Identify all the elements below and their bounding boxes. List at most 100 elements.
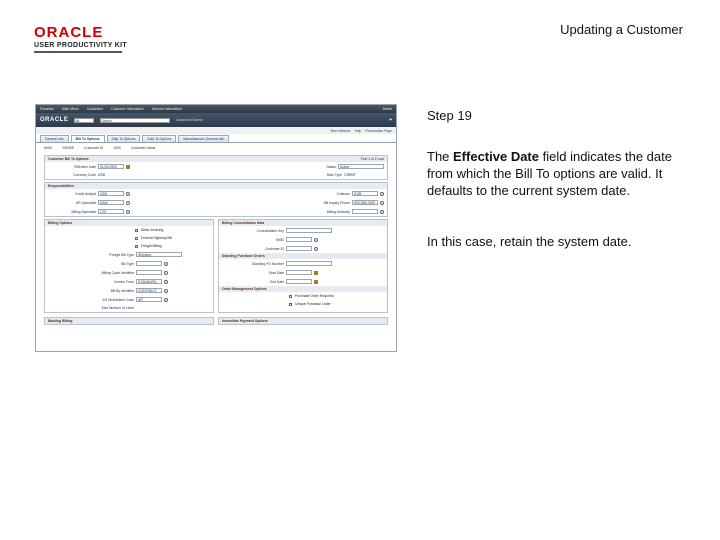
- consolidation-key-input[interactable]: [286, 228, 332, 233]
- calendar-icon[interactable]: [314, 279, 318, 284]
- lookup-icon[interactable]: [380, 191, 384, 196]
- billing-specialist-input[interactable]: CST: [98, 209, 124, 214]
- collector-label: Collector: [336, 191, 350, 196]
- tab-sold-to-options[interactable]: Sold To Options: [142, 135, 177, 142]
- lookup-icon[interactable]: [314, 237, 318, 242]
- page-tabs: General Info Bill To Options Ship To Opt…: [36, 134, 396, 143]
- billing-cycle-label: Billing Cycle Identifier: [101, 270, 134, 275]
- step-description: The Effective Date field indicates the d…: [427, 148, 697, 199]
- bill-type-input[interactable]: [136, 261, 162, 266]
- credit-analyst-input[interactable]: CBS: [98, 191, 124, 196]
- step-title: Step 19: [427, 108, 472, 123]
- lookup-icon[interactable]: [164, 297, 168, 302]
- app-logo: ORACLE: [40, 117, 69, 123]
- page-toolbar: New Window Help Personalize Page: [36, 127, 396, 134]
- two-column-area: Billing Options Allow Invoicing Federal …: [36, 219, 396, 313]
- notification-icon[interactable]: ⚑: [389, 118, 392, 122]
- ar-distribution-input[interactable]: AR: [136, 297, 162, 302]
- customer-summary: SetID SHARE Customer ID 1000 Customer Na…: [36, 143, 396, 153]
- tab-misc-general-info[interactable]: Miscellaneous General Info: [178, 135, 230, 142]
- tab-ship-to-options[interactable]: Ship To Options: [106, 135, 141, 142]
- lookup-icon[interactable]: [126, 200, 130, 205]
- billing-authority-input[interactable]: [352, 209, 378, 214]
- advanced-search-link[interactable]: Advanced Search: [176, 118, 203, 122]
- logo-rule: [34, 51, 122, 53]
- currency-code-value: USD: [98, 173, 106, 177]
- lookup-icon[interactable]: [380, 209, 384, 214]
- lookup-icon[interactable]: [164, 261, 168, 266]
- logo-subtitle: USER PRODUCTIVITY KIT: [34, 42, 127, 49]
- right-options-column: Billing Consolidation Data Consolidation…: [218, 219, 388, 313]
- lookup-icon[interactable]: [314, 246, 318, 251]
- tab-bill-to-options[interactable]: Bill To Options: [70, 135, 105, 142]
- search-input[interactable]: Search: [100, 117, 171, 123]
- po-number-input[interactable]: [286, 261, 332, 266]
- home-link[interactable]: Home: [383, 107, 392, 111]
- billing-authority-label: Billing Authority: [326, 209, 350, 214]
- billing-options-box: Billing Options Allow Invoicing Federal …: [44, 219, 214, 313]
- freight-billing-checkbox[interactable]: [135, 244, 138, 248]
- customer-id-value: 1000: [113, 146, 121, 150]
- effective-date-input[interactable]: 01/01/1900: [98, 164, 124, 169]
- consolidation-setid-input[interactable]: [286, 237, 312, 242]
- personalize-link[interactable]: Personalize Page: [365, 129, 392, 133]
- application-screenshot: Favorites Main Menu Customers Customer I…: [35, 104, 397, 352]
- logo-brand: ORACLE: [34, 24, 104, 41]
- po-end-date-input[interactable]: [286, 279, 312, 284]
- po-number-label: Standing PO Number: [251, 261, 284, 266]
- help-link[interactable]: Help: [354, 129, 361, 133]
- menu-general-information[interactable]: General Information: [152, 107, 182, 111]
- federal-highway-checkbox[interactable]: [135, 236, 138, 240]
- lookup-icon[interactable]: [164, 270, 168, 275]
- freight-bill-type-select[interactable]: Shipping: [136, 252, 182, 257]
- bill-by-input[interactable]: CONTRACT: [136, 288, 162, 293]
- bill-inquiry-label: Bill Inquiry Phone: [323, 200, 350, 205]
- menu-customers[interactable]: Customers: [87, 107, 103, 111]
- status-select[interactable]: Active: [338, 164, 384, 169]
- customer-id-label: Customer ID: [84, 146, 104, 150]
- desc-field-name: Effective Date: [453, 149, 539, 164]
- calendar-icon[interactable]: [314, 270, 318, 275]
- unique-po-label: Unique Purchase Order: [295, 302, 331, 306]
- immediate-payment-title: Immediate Payment Options: [219, 318, 387, 324]
- new-window-link[interactable]: New Window: [331, 129, 351, 133]
- lookup-icon[interactable]: [164, 279, 168, 284]
- max-lines-label: Max Number of Lines: [101, 306, 134, 310]
- invoice-form-input[interactable]: STANDARD: [136, 279, 162, 284]
- calendar-icon[interactable]: [126, 164, 130, 169]
- row-navigator[interactable]: First 1 of 2 Last: [361, 157, 384, 161]
- setid-label: SetID: [44, 146, 53, 150]
- menu-main[interactable]: Main Menu: [62, 107, 79, 111]
- po-start-date-input[interactable]: [286, 270, 312, 275]
- lookup-icon[interactable]: [380, 200, 384, 205]
- billing-specialist-label: Billing Specialist: [71, 209, 97, 214]
- credit-analyst-label: Credit Analyst: [75, 191, 96, 196]
- po-required-label: Purchase Order Required: [295, 294, 334, 298]
- po-required-checkbox[interactable]: [289, 294, 292, 298]
- setid-value: SHARE: [62, 146, 75, 150]
- tab-general-info[interactable]: General Info: [40, 135, 69, 142]
- lookup-icon[interactable]: [126, 209, 130, 214]
- unique-po-checkbox[interactable]: [289, 302, 292, 306]
- search-scope-select[interactable]: All: [74, 117, 95, 123]
- allow-invoicing-checkbox[interactable]: [135, 228, 138, 232]
- invoice-form-label: Invoice Form: [114, 279, 134, 284]
- bill-to-title: Customer Bill To Options: [48, 157, 89, 161]
- bill-inquiry-input[interactable]: 800-555-0000: [352, 200, 378, 205]
- lookup-icon[interactable]: [164, 288, 168, 293]
- brand-bar: ORACLE All Search Advanced Search ⚑: [36, 113, 396, 127]
- backlog-billing-title: Backlog Billing: [45, 318, 213, 324]
- collector-input[interactable]: DOB: [352, 191, 378, 196]
- menu-favorites[interactable]: Favorites: [40, 107, 54, 111]
- billing-cycle-input[interactable]: [136, 270, 162, 275]
- freight-billing-label: Freight Billing: [141, 244, 162, 248]
- bill-by-label: Bill By Identifier: [110, 288, 134, 293]
- consolidation-customer-input[interactable]: [286, 246, 312, 251]
- step-note: In this case, retain the system date.: [427, 234, 632, 249]
- menu-customer-information[interactable]: Customer Information: [111, 107, 144, 111]
- ar-specialist-input[interactable]: KAW: [98, 200, 124, 205]
- po-start-date-label: Start Date: [268, 270, 284, 275]
- bill-type-label: Bill Type: [121, 261, 134, 266]
- lookup-icon[interactable]: [126, 191, 130, 196]
- status-label: Status: [326, 164, 336, 169]
